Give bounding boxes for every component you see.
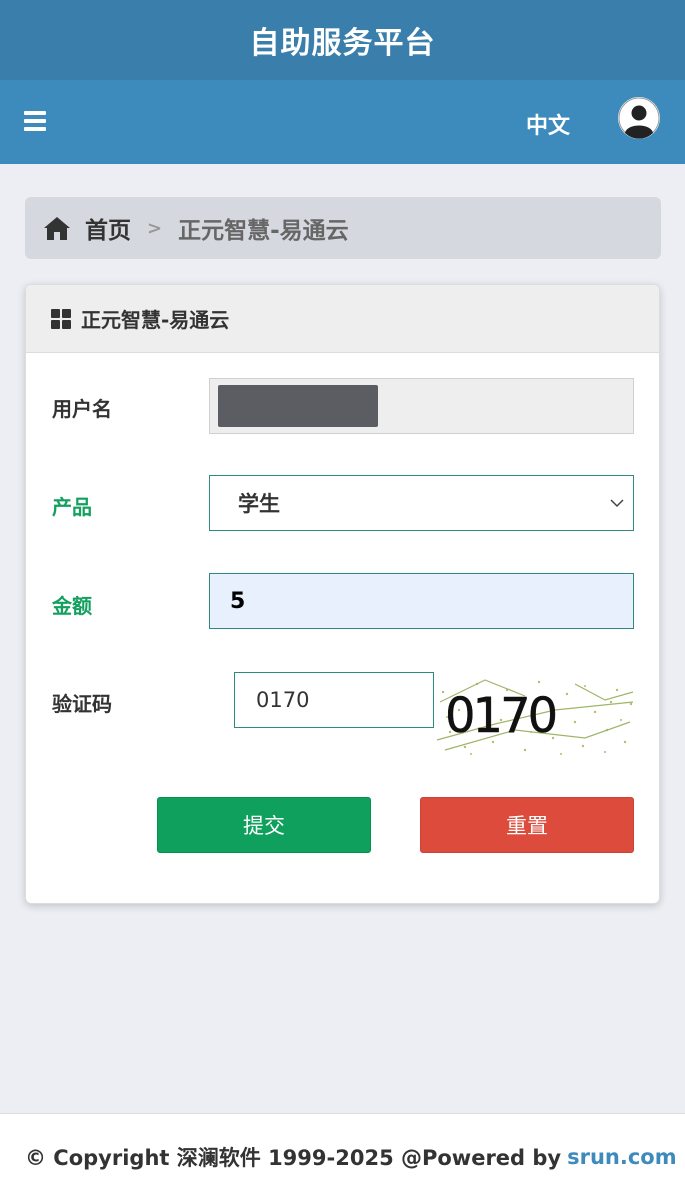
captcha-image[interactable]: 0170 bbox=[435, 672, 635, 758]
grid-icon bbox=[51, 308, 71, 329]
footer: © Copyright 深澜软件 1999-2025 @Powered by s… bbox=[0, 1113, 685, 1200]
app-title-bar: 自助服务平台 bbox=[0, 0, 685, 80]
submit-button[interactable]: 提交 bbox=[157, 797, 371, 853]
breadcrumb-current: 正元智慧-易通云 bbox=[178, 218, 349, 244]
captcha-input[interactable]: 0170 bbox=[234, 672, 434, 728]
panel-title: 正元智慧-易通云 bbox=[81, 308, 230, 332]
product-label: 产品 bbox=[52, 495, 92, 519]
breadcrumb: 首页 > 正元智慧-易通云 bbox=[25, 197, 661, 259]
hamburger-icon[interactable] bbox=[24, 111, 46, 131]
panel-header: 正元智慧-易通云 bbox=[26, 285, 659, 353]
chevron-down-icon bbox=[610, 499, 624, 508]
user-avatar-icon[interactable] bbox=[618, 97, 660, 139]
amount-input[interactable]: 5 bbox=[209, 573, 634, 629]
product-selected-value: 学生 bbox=[238, 492, 280, 516]
captcha-label: 验证码 bbox=[52, 692, 112, 716]
breadcrumb-separator: > bbox=[147, 217, 163, 239]
username-label: 用户名 bbox=[52, 397, 112, 421]
srun-link[interactable]: srun.com bbox=[567, 1145, 677, 1169]
product-select[interactable]: 学生 bbox=[209, 475, 634, 531]
nav-bar: 中文 bbox=[0, 80, 685, 164]
app-title: 自助服务平台 bbox=[249, 26, 436, 61]
copyright-text: © Copyright 深澜软件 1999-2025 @Powered by bbox=[25, 1146, 562, 1170]
username-masked-value bbox=[218, 385, 378, 427]
amount-label: 金额 bbox=[52, 594, 92, 618]
home-icon[interactable] bbox=[43, 215, 71, 241]
breadcrumb-home-link[interactable]: 首页 bbox=[85, 211, 131, 245]
captcha-text: 0170 bbox=[445, 688, 556, 744]
language-switch[interactable]: 中文 bbox=[526, 108, 570, 140]
reset-button[interactable]: 重置 bbox=[420, 797, 634, 853]
username-field bbox=[209, 378, 634, 434]
